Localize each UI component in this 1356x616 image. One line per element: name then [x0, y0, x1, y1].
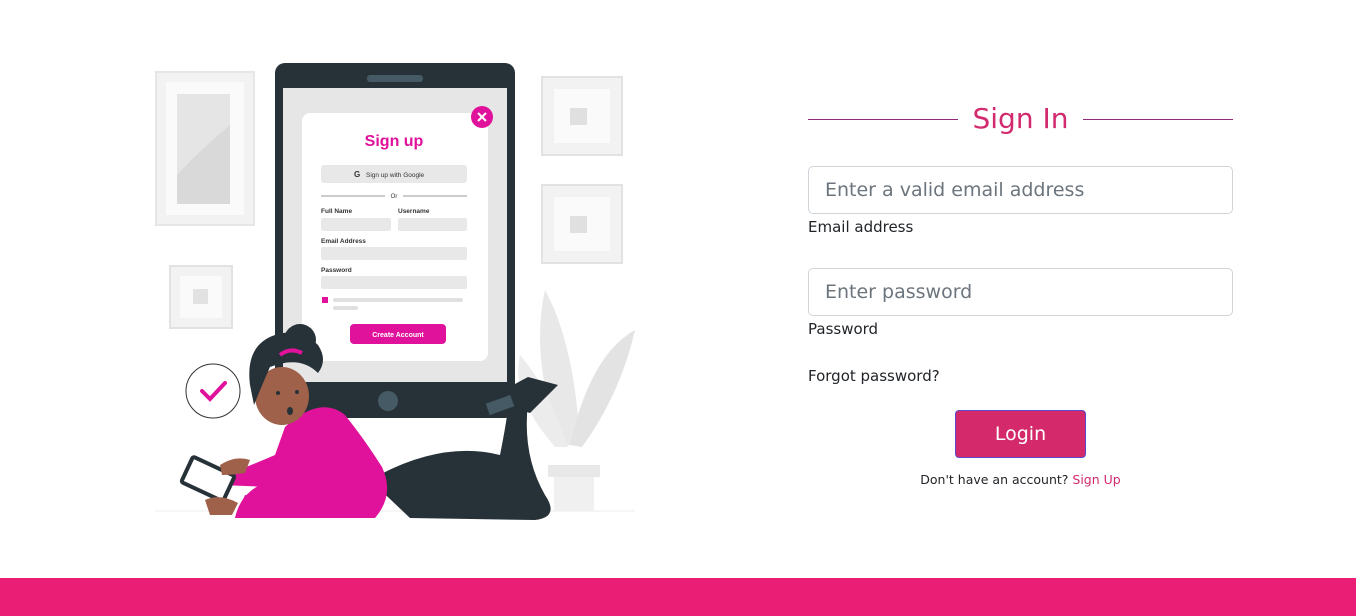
card-create-label: Create Account: [372, 332, 424, 339]
card-title: Sign up: [365, 133, 424, 150]
password-group: Password: [808, 268, 1233, 338]
card-password-label: Password: [321, 267, 352, 274]
password-input[interactable]: [808, 268, 1233, 316]
signup-card: [302, 113, 488, 361]
card-google-label: Sign up with Google: [366, 172, 425, 179]
login-button[interactable]: Login: [955, 410, 1086, 458]
check-icon: [185, 363, 241, 419]
email-group: Email address: [808, 166, 1233, 236]
password-label: Password: [808, 320, 879, 338]
signup-illustration: Sign up G Sign up with Google Or Full Na…: [150, 55, 640, 525]
forgot-password-link[interactable]: Forgot password?: [808, 367, 1233, 385]
google-icon: G: [354, 170, 360, 179]
card-username-label: Username: [398, 208, 430, 215]
email-label: Email address: [808, 218, 914, 236]
footer-bar: [0, 578, 1356, 616]
heading-row: Sign In: [808, 96, 1233, 144]
heading-divider-right: [1083, 119, 1233, 120]
no-account-text: Don't have an account?: [920, 472, 1073, 487]
signin-form: Sign In Email address Password Forgot pa…: [808, 96, 1233, 487]
signup-prompt: Don't have an account? Sign Up: [808, 472, 1233, 487]
signup-link[interactable]: Sign Up: [1072, 472, 1120, 487]
card-email-label: Email Address: [321, 238, 366, 245]
card-divider-text: Or: [391, 194, 398, 200]
email-input[interactable]: [808, 166, 1233, 214]
login-wrap: Login: [808, 410, 1233, 458]
card-full-name-label: Full Name: [321, 208, 352, 215]
